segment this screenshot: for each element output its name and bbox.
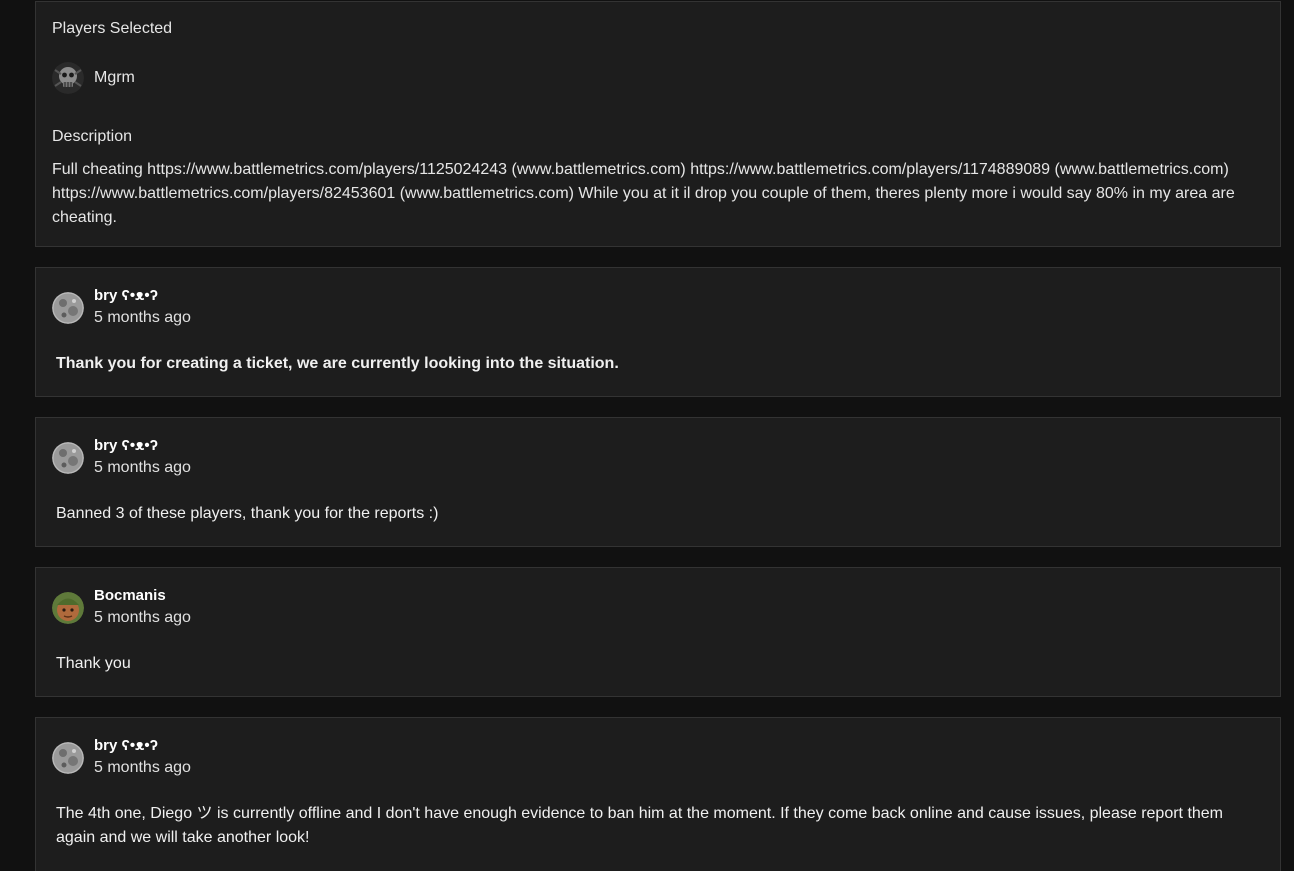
comment-body: Thank you <box>56 655 131 672</box>
comment-card: bry ʕ•ᴥ•ʔ 5 months ago Banned 3 of these… <box>35 417 1281 547</box>
face-avatar-icon <box>52 592 84 624</box>
comment-header: Bocmanis 5 months ago <box>52 586 191 630</box>
selected-player[interactable]: Mgrm <box>52 62 135 94</box>
ticket-page: Players Selected Mgrm Description Full c… <box>0 0 1294 871</box>
comment-time: 5 months ago <box>94 759 191 776</box>
comment-author[interactable]: bry ʕ•ᴥ•ʔ <box>94 736 191 756</box>
comment-body: Thank you for creating a ticket, we are … <box>56 355 619 372</box>
comment-body: The 4th one, Diego ツ is currently offlin… <box>56 805 1224 846</box>
comment-header: bry ʕ•ᴥ•ʔ 5 months ago <box>52 286 191 330</box>
comment-card: Bocmanis 5 months ago Thank you <box>35 567 1281 697</box>
comment-time: 5 months ago <box>94 459 191 476</box>
description-text: Full cheating https://www.battlemetrics.… <box>52 161 1235 226</box>
comment-time: 5 months ago <box>94 609 191 626</box>
moon-avatar-icon <box>52 742 84 774</box>
comment-author[interactable]: bry ʕ•ᴥ•ʔ <box>94 286 191 306</box>
player-name[interactable]: Mgrm <box>94 69 135 87</box>
comment-card: bry ʕ•ᴥ•ʔ 5 months ago The 4th one, Dieg… <box>35 717 1281 871</box>
moon-avatar-icon <box>52 442 84 474</box>
comment-author[interactable]: Bocmanis <box>94 586 191 606</box>
comment-author[interactable]: bry ʕ•ᴥ•ʔ <box>94 436 191 456</box>
comment-header: bry ʕ•ᴥ•ʔ 5 months ago <box>52 436 191 480</box>
description-label: Description <box>52 128 133 145</box>
players-selected-label: Players Selected <box>52 20 173 37</box>
moon-avatar-icon <box>52 292 84 324</box>
comment-body: Banned 3 of these players, thank you for… <box>56 505 439 522</box>
comment-card: bry ʕ•ᴥ•ʔ 5 months ago Thank you for cre… <box>35 267 1281 397</box>
comment-time: 5 months ago <box>94 309 191 326</box>
skull-avatar-icon <box>52 62 84 94</box>
ticket-details-card: Players Selected Mgrm Description Full c… <box>35 1 1281 247</box>
comment-header: bry ʕ•ᴥ•ʔ 5 months ago <box>52 736 191 780</box>
